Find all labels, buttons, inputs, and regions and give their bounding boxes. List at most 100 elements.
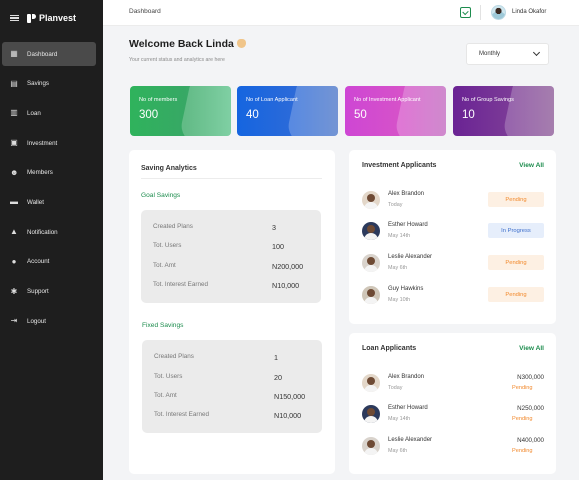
stat-card-investment-applicants[interactable]: No of Investment Applicant 50 bbox=[345, 86, 446, 136]
savings-icon: ▤ bbox=[10, 78, 18, 88]
list-item[interactable]: Esther Howard May 14th In Progress bbox=[362, 220, 544, 242]
sidebar-item-members[interactable]: ☻ Members bbox=[2, 161, 96, 185]
list-item[interactable]: Alex Brandon Today Pending bbox=[362, 189, 544, 211]
breadcrumb[interactable]: Dashboard bbox=[129, 8, 161, 15]
goal-savings-box: Created Plans 3 Tot. Users 100 Tot. Amt … bbox=[141, 210, 321, 303]
stat-card-members[interactable]: No of members 300 bbox=[130, 86, 231, 136]
list-item[interactable]: Guy Hawkins May 10th Pending bbox=[362, 284, 544, 306]
applicant-name: Esther Howard bbox=[388, 222, 428, 228]
goal-savings-title: Goal Savings bbox=[141, 192, 181, 199]
stat-row-label: Tot. Amt bbox=[154, 392, 177, 399]
avatar bbox=[362, 191, 380, 209]
stat-row-label: Tot. Interest Earned bbox=[153, 281, 208, 288]
view-all-link[interactable]: View All bbox=[519, 345, 544, 352]
stat-label: No of Loan Applicant bbox=[246, 97, 298, 103]
status-badge: In Progress bbox=[488, 223, 544, 238]
user-name[interactable]: Linda Okafor bbox=[512, 9, 546, 15]
sidebar-item-label: Dashboard bbox=[27, 50, 58, 58]
stat-row-label: Tot. Users bbox=[153, 242, 182, 249]
applicant-name: Guy Hawkins bbox=[388, 286, 424, 292]
list-item[interactable]: Esther Howard May 14th N250,000 Pending bbox=[362, 403, 544, 425]
avatar[interactable] bbox=[491, 5, 506, 20]
stat-card-group-savings[interactable]: No of Group Savings 10 bbox=[453, 86, 554, 136]
sidebar-item-label: Account bbox=[27, 258, 50, 266]
stat-row-label: Tot. Amt bbox=[153, 262, 176, 269]
panel-title: Saving Analytics bbox=[141, 165, 197, 172]
members-icon: ☻ bbox=[10, 167, 19, 177]
sidebar-item-loan[interactable]: ▥ Loan bbox=[2, 101, 96, 125]
stat-row-label: Created Plans bbox=[154, 353, 194, 360]
stat-value: 10 bbox=[462, 109, 475, 121]
avatar bbox=[362, 437, 380, 455]
stat-row-label: Tot. Interest Earned bbox=[154, 411, 209, 418]
divider bbox=[480, 5, 481, 20]
loan-amount: N400,000 bbox=[517, 437, 544, 444]
stat-row-value: 20 bbox=[274, 373, 282, 382]
stat-row-value: N150,000 bbox=[274, 392, 306, 401]
applicant-date: Today bbox=[388, 202, 403, 208]
fixed-savings-box: Created Plans 1 Tot. Users 20 Tot. Amt N… bbox=[142, 340, 322, 433]
sidebar-item-account[interactable]: ● Account bbox=[2, 250, 96, 274]
waving-hand-icon bbox=[236, 39, 246, 48]
stat-value: 40 bbox=[246, 109, 259, 121]
applicant-date: May 6th bbox=[388, 265, 408, 271]
sidebar-item-savings[interactable]: ▤ Savings bbox=[2, 72, 96, 96]
status-text: Pending bbox=[512, 416, 533, 422]
applicant-date: May 14th bbox=[388, 416, 411, 422]
sidebar-item-dashboard[interactable]: ▦ Dashboard bbox=[2, 42, 96, 66]
applicant-name: Alex Brandon bbox=[388, 374, 425, 380]
stat-value: 300 bbox=[139, 109, 159, 121]
stat-card-loan-applicants[interactable]: No of Loan Applicant 40 bbox=[237, 86, 338, 136]
page-title-text: Welcome Back Linda bbox=[129, 38, 234, 50]
status-text: Pending bbox=[512, 385, 533, 391]
applicant-date: May 6th bbox=[388, 448, 408, 454]
sidebar-item-label: Members bbox=[27, 169, 53, 177]
chevron-down-icon bbox=[532, 48, 541, 57]
sidebar-item-label: Savings bbox=[27, 80, 50, 88]
list-item[interactable]: Alex Brandon Today N300,000 Pending bbox=[362, 372, 544, 394]
period-select[interactable]: Monthly bbox=[466, 43, 549, 65]
divider bbox=[141, 178, 322, 179]
page-subtitle: Your current status and analytics are he… bbox=[129, 57, 225, 63]
bell-icon: ▲ bbox=[10, 227, 18, 237]
applicant-date: Today bbox=[388, 385, 403, 391]
stat-row-label: Created Plans bbox=[153, 223, 193, 230]
period-select-value: Monthly bbox=[479, 51, 501, 57]
sidebar-item-wallet[interactable]: ▬ Wallet bbox=[2, 190, 96, 214]
menu-icon[interactable] bbox=[10, 14, 19, 22]
stat-row-label: Tot. Users bbox=[154, 373, 183, 380]
wallet-icon: ▬ bbox=[10, 197, 18, 207]
avatar bbox=[362, 374, 380, 392]
card-decoration bbox=[393, 86, 446, 136]
sidebar-item-label: Wallet bbox=[27, 198, 44, 206]
loan-amount: N300,000 bbox=[517, 374, 544, 381]
stat-label: No of Group Savings bbox=[462, 97, 514, 103]
avatar bbox=[362, 222, 380, 240]
sidebar-header: Planvest bbox=[0, 0, 103, 36]
stat-row-value: N200,000 bbox=[272, 262, 304, 271]
app-logo[interactable]: Planvest bbox=[27, 13, 76, 23]
card-decoration bbox=[501, 86, 554, 136]
logo-mark-icon bbox=[27, 13, 36, 23]
page-title: Welcome Back Linda bbox=[129, 38, 246, 50]
view-all-link[interactable]: View All bbox=[519, 162, 544, 169]
card-decoration bbox=[178, 86, 231, 136]
stat-row-value: 3 bbox=[272, 223, 276, 232]
sidebar-item-logout[interactable]: ⇥ Logout bbox=[2, 309, 96, 333]
loan-amount: N250,000 bbox=[517, 405, 544, 412]
user-icon: ● bbox=[11, 256, 17, 266]
sidebar-item-label: Investment bbox=[27, 139, 58, 147]
sidebar-item-notification[interactable]: ▲ Notification bbox=[2, 220, 96, 244]
list-item[interactable]: Leslie Alexander May 6th N400,000 Pendin… bbox=[362, 435, 544, 457]
status-badge: Pending bbox=[488, 255, 544, 270]
status-badge: Pending bbox=[488, 192, 544, 207]
checklist-icon[interactable] bbox=[460, 7, 471, 18]
avatar bbox=[362, 286, 380, 304]
sidebar: Planvest ▦ Dashboard ▤ Savings ▥ Loan ▣ … bbox=[0, 0, 103, 480]
fixed-savings-title: Fixed Savings bbox=[142, 322, 184, 329]
applicant-name: Leslie Alexander bbox=[388, 254, 433, 260]
sidebar-item-support[interactable]: ✱ Support bbox=[2, 280, 96, 304]
list-item[interactable]: Leslie Alexander May 6th Pending bbox=[362, 252, 544, 274]
sidebar-item-investment[interactable]: ▣ Investment bbox=[2, 131, 96, 155]
panel-title: Loan Applicants bbox=[362, 345, 417, 352]
